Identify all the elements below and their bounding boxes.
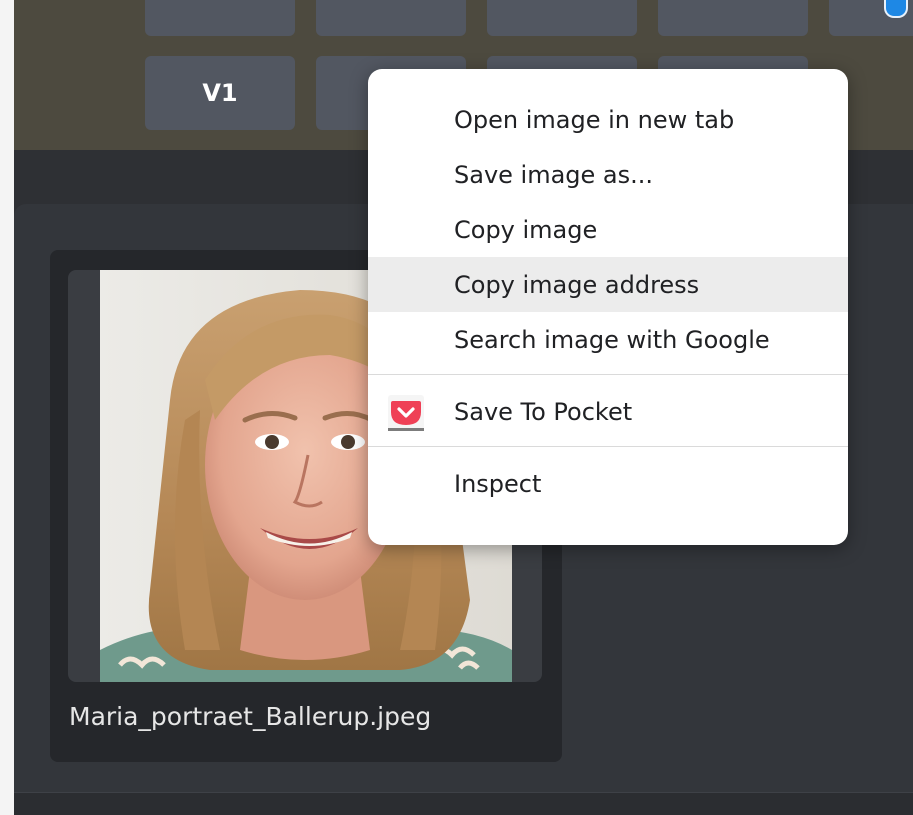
menu-item-open-image-new-tab[interactable]: Open image in new tab: [368, 92, 848, 147]
menu-separator: [368, 374, 848, 375]
menu-item-inspect[interactable]: Inspect: [368, 456, 848, 511]
file-name-label: Maria_portraet_Ballerup.jpeg: [69, 702, 432, 731]
browser-viewport: V1 Maria_portraet_Ballerup.jpeg Open ima…: [0, 0, 913, 815]
menu-item-label: Search image with Google: [454, 325, 770, 354]
notification-dot-icon: [884, 0, 908, 18]
key-button[interactable]: [145, 0, 295, 36]
pocket-icon: [388, 395, 424, 431]
menu-item-copy-image[interactable]: Copy image: [368, 202, 848, 257]
menu-item-save-image-as[interactable]: Save image as...: [368, 147, 848, 202]
menu-item-copy-image-address[interactable]: Copy image address: [368, 257, 848, 312]
panel-footer: [14, 792, 913, 815]
menu-item-label: Save To Pocket: [454, 397, 633, 426]
menu-item-label: Copy image address: [454, 270, 700, 299]
key-label: V1: [202, 79, 238, 107]
menu-item-search-image-google[interactable]: Search image with Google: [368, 312, 848, 367]
context-menu: Open image in new tab Save image as... C…: [368, 69, 848, 545]
menu-item-save-to-pocket[interactable]: Save To Pocket: [368, 384, 848, 439]
key-button[interactable]: [487, 0, 637, 36]
menu-item-label: Save image as...: [454, 160, 654, 189]
menu-item-label: Inspect: [454, 469, 542, 498]
menu-separator: [368, 446, 848, 447]
key-button[interactable]: [658, 0, 808, 36]
menu-item-label: Copy image: [454, 215, 598, 244]
menu-item-label: Open image in new tab: [454, 105, 735, 134]
key-button[interactable]: [316, 0, 466, 36]
page-edge: [0, 0, 14, 815]
key-button-v1[interactable]: V1: [145, 56, 295, 130]
